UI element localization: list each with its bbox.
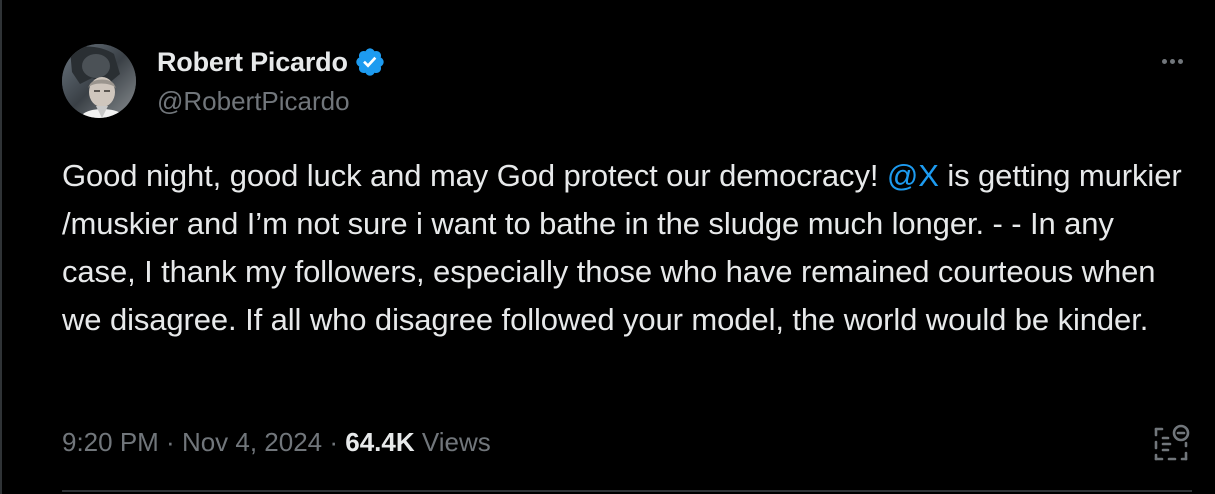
post-analytics-icon[interactable] [1152,422,1190,462]
author-name-row: Robert Picardo [157,44,386,80]
tweet-text: Good night, good luck and may God protec… [62,152,1192,344]
tweet-date[interactable]: Nov 4, 2024 [182,427,322,458]
column-border [0,0,2,494]
more-options-icon[interactable] [1154,48,1190,74]
tweet-text-part-1: Good night, good luck and may God protec… [62,158,887,193]
tweet-time[interactable]: 9:20 PM [62,427,159,458]
mention-link[interactable]: @X [887,158,939,193]
tweet: Robert Picardo @RobertPicardo Good night… [62,0,1192,494]
divider [62,490,1192,492]
views-count: 64.4K [345,426,415,457]
author-handle[interactable]: @RobertPicardo [157,86,350,117]
verified-badge-icon[interactable] [354,46,386,78]
tweet-meta: 9:20 PM · Nov 4, 2024 · 64.4K Views [62,424,491,460]
views-label: Views [414,426,491,457]
meta-separator: · [158,426,182,457]
meta-separator-2: · [322,426,346,457]
author-name[interactable]: Robert Picardo [157,47,348,78]
avatar[interactable] [62,44,136,118]
avatar-image [62,44,136,118]
